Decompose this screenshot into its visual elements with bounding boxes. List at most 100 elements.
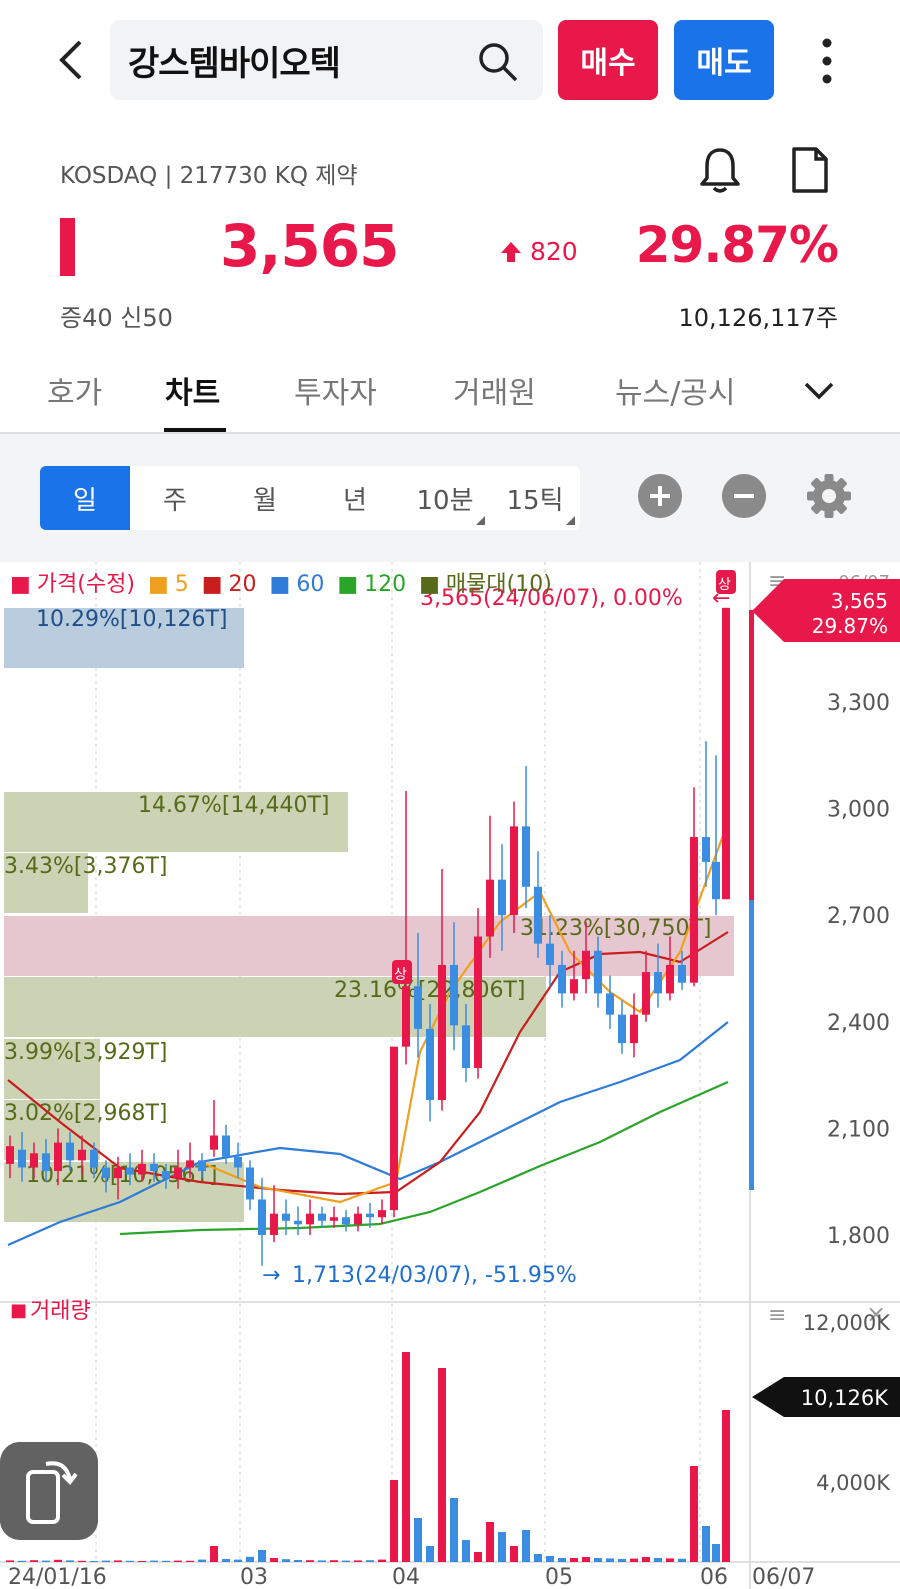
buy-button[interactable]: 매수 <box>558 20 658 100</box>
price-range-bar <box>749 610 754 900</box>
price-axis-tick: 2,100 <box>827 1117 890 1142</box>
period-day[interactable]: 일 <box>40 466 130 530</box>
candle-body <box>570 979 578 994</box>
volume-bar <box>294 1560 302 1562</box>
date-axis-tick: 06 <box>700 1565 728 1589</box>
period-month[interactable]: 월 <box>220 466 310 530</box>
candle-body <box>150 1163 158 1172</box>
tab-broker[interactable]: 거래원 <box>453 368 536 412</box>
trading-volume: 10,126,117주 <box>678 304 839 332</box>
candle-body <box>426 1028 434 1100</box>
tab-investor[interactable]: 투자자 <box>294 368 377 412</box>
volume-bar <box>102 1560 110 1562</box>
volume-bar <box>462 1540 470 1562</box>
candle-body <box>378 1210 386 1218</box>
legend-volume-profile: 매물대(10) <box>445 572 552 597</box>
gear-icon[interactable] <box>806 473 852 519</box>
dropdown-corner-icon <box>476 516 485 525</box>
candle-body <box>18 1149 26 1168</box>
volume-bar <box>354 1560 362 1562</box>
period-year[interactable]: 년 <box>310 466 400 530</box>
bell-icon[interactable] <box>697 145 743 195</box>
volume-bar <box>234 1559 242 1562</box>
candle-body <box>498 879 506 916</box>
volume-bar <box>642 1557 650 1562</box>
candle-body <box>42 1153 50 1172</box>
volume-bar <box>630 1558 638 1562</box>
legend-ma60: 60 <box>296 572 325 597</box>
candle-body <box>534 886 542 944</box>
zoom-in-icon[interactable] <box>638 474 682 518</box>
volume-bar <box>318 1560 326 1562</box>
candle-body <box>690 837 698 983</box>
price-indicator-bar <box>60 218 75 276</box>
chevron-down-icon[interactable] <box>802 376 836 404</box>
legend-ma120: 120 <box>364 572 407 597</box>
stock-name[interactable]: 강스템바이오텍 <box>128 36 341 85</box>
up-arrow-icon <box>501 242 521 262</box>
tab-news[interactable]: 뉴스/공시 <box>615 368 736 412</box>
price-chart[interactable]: 10.29%[10,126T] 14.67%[14,440T] 3.43%[3,37… <box>0 562 900 1589</box>
candle-body <box>438 964 446 1100</box>
candle-body <box>630 1014 638 1044</box>
volume-bar <box>474 1552 482 1562</box>
volume-legend-marker: ■ <box>10 1300 27 1321</box>
candle-body <box>558 964 566 994</box>
search-icon[interactable] <box>476 40 520 84</box>
chart-legend: ■ 가격(수정) ■ 5 ■ 20 ■ 60 ■ 120 ■ 매물대(10) <box>10 572 552 597</box>
date-axis-tick: 24/01/16 <box>8 1565 107 1589</box>
volume-panel-title: 거래량 <box>30 1299 91 1324</box>
volume-bar <box>486 1522 494 1562</box>
volume-bar <box>690 1466 698 1562</box>
volume-profile-label: 10.29%[10,126T] <box>36 607 227 632</box>
volume-profile-label: 3.99%[3,929T] <box>4 1040 167 1065</box>
candle-body <box>462 1025 470 1068</box>
candle-body <box>486 879 494 937</box>
volume-bar <box>342 1560 350 1562</box>
candle-body <box>66 1142 74 1161</box>
candle-body <box>90 1149 98 1168</box>
candle-body <box>186 1160 194 1168</box>
candle-body <box>246 1167 254 1200</box>
volume-bar <box>198 1559 206 1562</box>
candle-body <box>54 1142 62 1172</box>
tab-chart[interactable]: 차트 <box>165 368 220 412</box>
rotate-screen-icon[interactable] <box>0 1442 98 1540</box>
current-price-tag-value: 3,565 <box>831 589 888 613</box>
candle-body <box>330 1217 338 1221</box>
candle-body <box>414 986 422 1029</box>
low-price-annotation: 1,713(24/03/07), -51.95% <box>292 1263 577 1288</box>
volume-axis-tick: 4,000K <box>816 1471 891 1495</box>
back-arrow-icon[interactable] <box>50 38 94 82</box>
volume-bar <box>18 1560 26 1562</box>
document-icon[interactable] <box>790 145 830 195</box>
sell-button[interactable]: 매도 <box>674 20 774 100</box>
volume-bar <box>186 1560 194 1562</box>
price-axis-tick: 2,400 <box>827 1011 890 1036</box>
volume-profile-label: 14.67%[14,440T] <box>138 793 329 818</box>
volume-axis-tick: 12,000K <box>803 1311 891 1335</box>
volume-bar <box>366 1560 374 1562</box>
volume-bar <box>510 1546 518 1562</box>
volume-bar <box>522 1530 530 1562</box>
volume-bar <box>282 1559 290 1562</box>
zoom-out-icon[interactable] <box>722 474 766 518</box>
volume-bar <box>246 1556 254 1562</box>
candle-body <box>162 1171 170 1179</box>
volume-profile-label: 3.02%[2,968T] <box>4 1101 167 1126</box>
volume-bar <box>498 1532 506 1562</box>
volume-bar <box>378 1559 386 1562</box>
tab-orderbook[interactable]: 호가 <box>47 368 102 412</box>
more-menu-icon[interactable] <box>812 36 842 86</box>
legend-ma20: 20 <box>228 572 257 597</box>
volume-bar <box>90 1561 98 1562</box>
candle-body <box>102 1167 110 1179</box>
margin-info: 증40 신50 <box>60 304 173 332</box>
change-percent: 29.87% <box>635 216 839 274</box>
volume-bar <box>712 1544 720 1562</box>
candle-body <box>702 837 710 862</box>
period-week[interactable]: 주 <box>130 466 220 530</box>
candle-body <box>722 607 730 900</box>
volume-bar <box>594 1558 602 1562</box>
candle-body <box>450 964 458 1026</box>
